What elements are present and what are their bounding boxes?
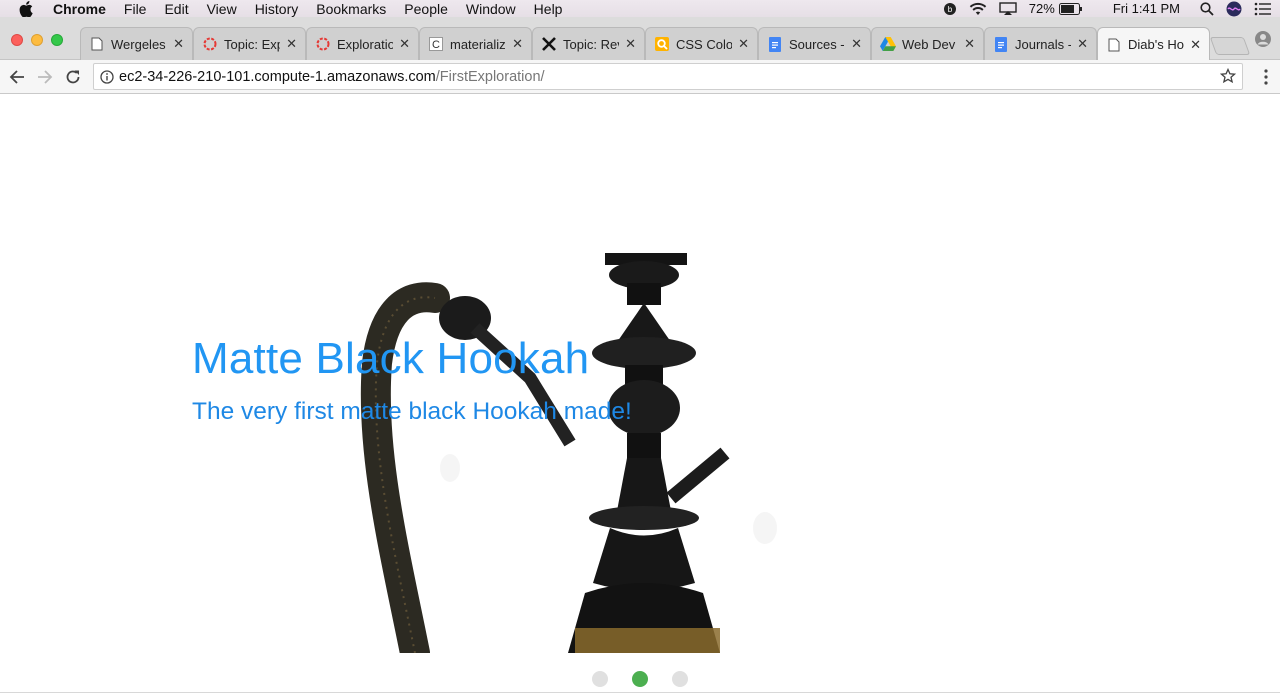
tab-title: Diab's Hoo: [1128, 37, 1184, 52]
tab-title: Topic: Exp: [224, 36, 281, 52]
tab-title: Sources -: [789, 36, 845, 52]
hookah-image: [360, 253, 777, 653]
docs-icon: [993, 36, 1009, 52]
info-icon[interactable]: [100, 69, 114, 84]
menu-help[interactable]: Help: [534, 1, 563, 17]
zoom-window-button[interactable]: [51, 34, 63, 46]
apple-icon[interactable]: [19, 0, 37, 17]
tab-wergeles[interactable]: Wergeles ✕: [80, 27, 193, 60]
slide-title: Matte Black Hookah: [192, 334, 590, 383]
tab-sources[interactable]: Sources - ✕: [758, 27, 871, 60]
menu-bookmarks[interactable]: Bookmarks: [316, 1, 386, 17]
menu-window[interactable]: Window: [466, 1, 516, 17]
back-button[interactable]: [6, 66, 28, 88]
tab-strip: Wergeles ✕ Topic: Exp ✕ Exploratio ✕ C m…: [0, 17, 1280, 61]
minimize-window-button[interactable]: [31, 34, 43, 46]
slide-caption: Matte Black Hookah The very first matte …: [192, 334, 632, 426]
close-tab-icon[interactable]: ✕: [173, 36, 184, 52]
tab-title: Exploratio: [337, 36, 394, 52]
carousel-dot-3[interactable]: [672, 671, 688, 687]
docs-icon: [767, 36, 783, 52]
menu-view[interactable]: View: [207, 1, 237, 17]
notification-center-icon[interactable]: [1254, 2, 1272, 16]
url-text[interactable]: ec2-34-226-210-101.compute-1.amazonaws.c…: [119, 69, 545, 85]
close-tab-icon[interactable]: ✕: [1077, 36, 1088, 52]
airplay-icon[interactable]: [999, 1, 1017, 16]
slide-subtitle: The very first matte black Hookah made!: [192, 398, 632, 425]
battery-percent: 72%: [1028, 1, 1055, 16]
tab-css-color[interactable]: CSS Color ✕: [645, 27, 758, 60]
close-tab-icon[interactable]: ✕: [286, 36, 297, 52]
tab-materialize[interactable]: C materializ ✕: [419, 27, 532, 60]
c-icon: C: [428, 36, 444, 52]
wifi-icon[interactable]: [969, 2, 987, 16]
tab-title: Topic: Rev: [563, 36, 620, 52]
close-tab-icon[interactable]: ✕: [625, 36, 636, 52]
page-icon: [1106, 37, 1122, 53]
clock[interactable]: Fri 1:41 PM: [1113, 1, 1180, 16]
close-tab-icon[interactable]: ✕: [399, 36, 410, 52]
tab-title: CSS Color: [676, 36, 733, 52]
search-logo-icon: [654, 36, 670, 52]
tab-diabs-hookah[interactable]: Diab's Hoo ✕: [1097, 27, 1210, 61]
window-controls: [11, 34, 71, 46]
close-tab-icon[interactable]: ✕: [738, 36, 749, 52]
close-window-button[interactable]: [11, 34, 23, 46]
menu-app-name[interactable]: Chrome: [53, 1, 106, 17]
menu-edit[interactable]: Edit: [164, 1, 188, 17]
browser-toolbar: ec2-34-226-210-101.compute-1.amazonaws.c…: [0, 60, 1280, 94]
siri-icon[interactable]: [1226, 1, 1242, 17]
forward-button[interactable]: [34, 66, 56, 88]
tab-topic-rev[interactable]: Topic: Rev ✕: [532, 27, 645, 60]
svg-text:b: b: [948, 5, 953, 14]
menu-history[interactable]: History: [255, 1, 299, 17]
close-tab-icon[interactable]: ✕: [851, 36, 862, 52]
close-tab-icon[interactable]: ✕: [964, 36, 975, 52]
ring-icon: [202, 36, 218, 52]
status-app-icon[interactable]: b: [943, 2, 957, 16]
spotlight-search-icon[interactable]: [1200, 1, 1214, 16]
new-tab-button[interactable]: [1209, 37, 1251, 55]
macos-menu-bar: Chrome File Edit View History Bookmarks …: [0, 0, 1280, 17]
svg-text:C: C: [432, 39, 440, 51]
page-content: Matte Black Hookah The very first matte …: [0, 94, 1280, 695]
close-tab-icon[interactable]: ✕: [1190, 37, 1201, 53]
address-bar[interactable]: ec2-34-226-210-101.compute-1.amazonaws.c…: [93, 63, 1243, 90]
tab-topic-exp[interactable]: Topic: Exp ✕: [193, 27, 306, 60]
tab-title: materializ: [450, 36, 506, 52]
drive-icon: [880, 36, 896, 52]
tab-exploration[interactable]: Exploratio ✕: [306, 27, 419, 60]
close-tab-icon[interactable]: ✕: [512, 36, 523, 52]
carousel-dot-1[interactable]: [592, 671, 608, 687]
chrome-menu-icon[interactable]: [1264, 69, 1268, 90]
url-host: ec2-34-226-210-101.compute-1.amazonaws.c…: [119, 68, 436, 85]
tab-journals[interactable]: Journals - ✕: [984, 27, 1097, 60]
ring-icon: [315, 36, 331, 52]
tab-title: Wergeles: [111, 36, 166, 52]
tab-title: Journals -: [1015, 36, 1072, 52]
tab-title: Web Dev 2: [902, 36, 958, 52]
reload-button[interactable]: [62, 66, 84, 88]
menu-file[interactable]: File: [124, 1, 147, 17]
menu-people[interactable]: People: [404, 1, 448, 17]
bookmark-star-icon[interactable]: [1219, 67, 1237, 89]
page-icon: [89, 36, 105, 52]
url-path: /FirstExploration/: [435, 68, 545, 85]
profile-icon[interactable]: [1254, 30, 1272, 48]
carousel-dot-2[interactable]: [632, 671, 648, 687]
carousel-indicators: [592, 671, 712, 687]
x-icon: [541, 36, 557, 52]
divider: [0, 692, 1280, 693]
battery-icon[interactable]: [1058, 2, 1083, 15]
tab-web-dev[interactable]: Web Dev 2 ✕: [871, 27, 984, 60]
